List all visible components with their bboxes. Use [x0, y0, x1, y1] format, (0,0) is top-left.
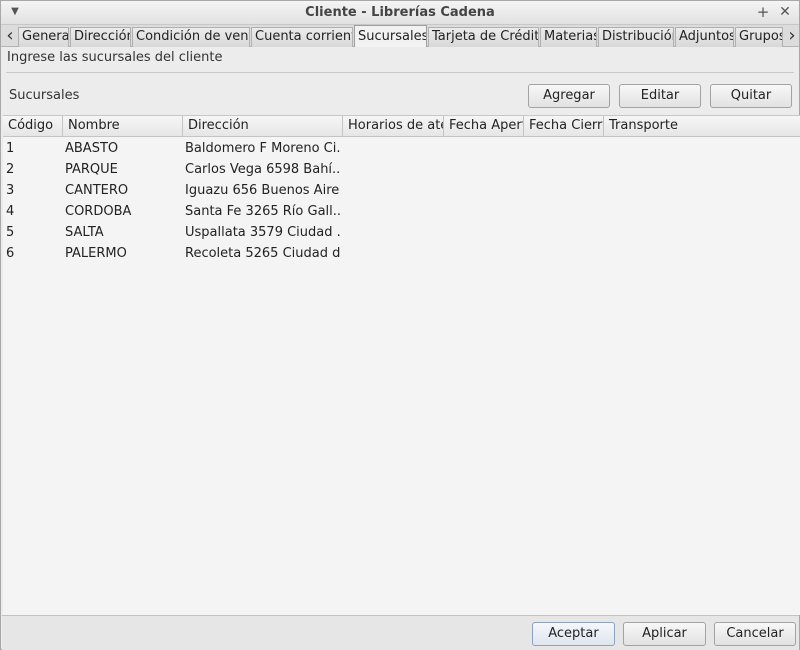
cell-nombre: SALTA — [65, 225, 104, 240]
edit-button[interactable]: Editar — [619, 84, 701, 108]
cell-nombre: CORDOBA — [65, 204, 132, 219]
tab-general[interactable]: General — [18, 27, 69, 47]
tab-bar: ‹ General Dirección Condición de venta C… — [1, 25, 800, 48]
column-header-transporte[interactable]: Transporte — [604, 116, 800, 137]
cell-direccion: Iguazu 656 Buenos Aire... — [185, 183, 340, 198]
column-header-codigo[interactable]: Código — [3, 116, 63, 137]
cell-codigo: 5 — [6, 225, 15, 240]
sucursales-panel: Ingrese las sucursales del cliente Sucur… — [2, 47, 800, 615]
tab-grupos[interactable]: Grupos — [735, 27, 783, 47]
table-row[interactable]: 2 PARQUE Carlos Vega 6598 Bahí... — [3, 159, 800, 180]
client-dialog: ▼ Cliente - Librerías Cadena + ✕ ‹ Gener… — [0, 0, 800, 650]
cell-direccion: Baldomero F Moreno Ci... — [185, 141, 340, 156]
column-header-fecha-cierre[interactable]: Fecha Cierre — [524, 116, 604, 137]
plus-icon[interactable]: + — [755, 4, 771, 20]
cell-codigo: 6 — [6, 246, 15, 261]
accept-button[interactable]: Aceptar — [532, 622, 615, 646]
cell-nombre: PALERMO — [65, 246, 127, 261]
title-bar: ▼ Cliente - Librerías Cadena + ✕ — [1, 1, 799, 25]
cell-codigo: 2 — [6, 162, 15, 177]
cell-nombre: ABASTO — [65, 141, 119, 156]
chevron-left-icon[interactable]: ‹ — [2, 25, 18, 47]
column-header-direccion[interactable]: Dirección — [183, 116, 343, 137]
close-icon[interactable]: ✕ — [777, 4, 793, 20]
tab-adjuntos[interactable]: Adjuntos — [675, 27, 734, 47]
divider — [6, 72, 794, 73]
cell-direccion: Uspallata 3579 Ciudad ... — [185, 225, 340, 240]
tab-distribucion[interactable]: Distribución — [598, 27, 674, 47]
cancel-button[interactable]: Cancelar — [714, 622, 796, 646]
column-header-nombre[interactable]: Nombre — [63, 116, 183, 137]
tab-tarjeta-de-credito[interactable]: Tarjeta de Crédito — [428, 27, 539, 47]
cell-direccion: Carlos Vega 6598 Bahí... — [185, 162, 340, 177]
tab-materias[interactable]: Materias — [540, 27, 597, 47]
dialog-footer: Aceptar Aplicar Cancelar — [2, 615, 799, 650]
tab-direccion[interactable]: Dirección — [70, 27, 131, 47]
tab-sucursales[interactable]: Sucursales — [354, 25, 427, 48]
table-row[interactable]: 3 CANTERO Iguazu 656 Buenos Aire... — [3, 180, 800, 201]
remove-button[interactable]: Quitar — [710, 84, 792, 108]
table-row[interactable]: 1 ABASTO Baldomero F Moreno Ci... — [3, 138, 800, 159]
cell-codigo: 4 — [6, 204, 15, 219]
apply-button[interactable]: Aplicar — [623, 622, 706, 646]
table-row[interactable]: 5 SALTA Uspallata 3579 Ciudad ... — [3, 222, 800, 243]
sucursales-table[interactable]: Código Nombre Dirección Horarios de aten… — [3, 115, 800, 615]
section-label: Sucursales — [9, 88, 80, 103]
column-header-horarios[interactable]: Horarios de aten — [343, 116, 444, 137]
table-header: Código Nombre Dirección Horarios de aten… — [3, 116, 800, 137]
column-header-fecha-apertura[interactable]: Fecha Apertu — [444, 116, 524, 137]
cell-direccion: Santa Fe 3265 Río Gall... — [185, 204, 340, 219]
cell-nombre: PARQUE — [65, 162, 118, 177]
tab-condicion-de-venta[interactable]: Condición de venta — [132, 27, 250, 47]
cell-codigo: 3 — [6, 183, 15, 198]
cell-nombre: CANTERO — [65, 183, 129, 198]
add-button[interactable]: Agregar — [528, 84, 610, 108]
window-title: Cliente - Librerías Cadena — [305, 5, 495, 20]
table-row[interactable]: 4 CORDOBA Santa Fe 3265 Río Gall... — [3, 201, 800, 222]
panel-hint: Ingrese las sucursales del cliente — [7, 50, 223, 65]
table-row[interactable]: 6 PALERMO Recoleta 5265 Ciudad d... — [3, 243, 800, 264]
tab-cuenta-corriente[interactable]: Cuenta corriente — [251, 27, 353, 47]
cell-direccion: Recoleta 5265 Ciudad d... — [185, 246, 340, 261]
cell-codigo: 1 — [6, 141, 15, 156]
chevron-right-icon[interactable]: › — [784, 25, 800, 47]
